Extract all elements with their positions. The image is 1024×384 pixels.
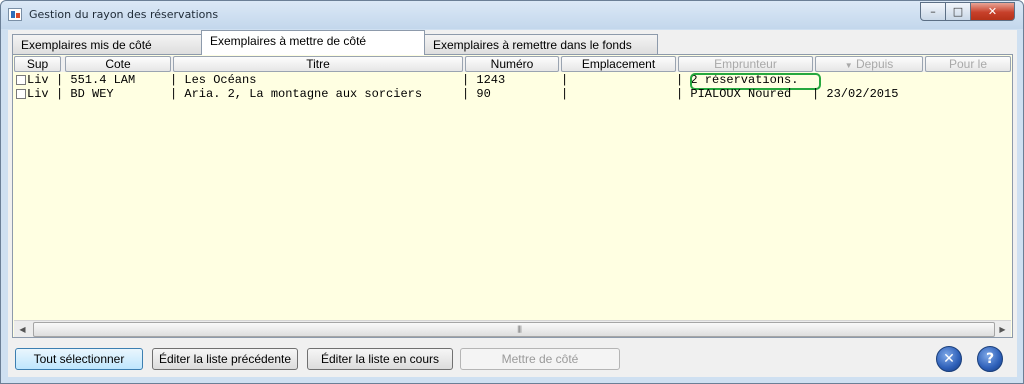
cell-cote: | 551.4 LAM xyxy=(56,73,136,87)
scroll-left-icon[interactable]: ◀ xyxy=(14,322,31,337)
horizontal-scrollbar[interactable]: ◀ ||| ▶ xyxy=(14,320,1011,337)
client-area: Exemplaires mis de côté Exemplaires à me… xyxy=(8,30,1017,377)
help-icon[interactable]: ? xyxy=(977,346,1003,372)
tab-exemplaires-a-mettre-de-cote[interactable]: Exemplaires à mettre de côté xyxy=(201,30,425,55)
cell-type: Liv xyxy=(27,87,49,101)
cell-depuis: | 23/02/2015 xyxy=(812,87,899,101)
column-header-titre[interactable]: Titre xyxy=(173,56,463,72)
cell-emplacement: | xyxy=(561,87,569,101)
table-row[interactable]: Liv | 551.4 LAM | Les Océans | 1243 | | … xyxy=(16,73,821,90)
cell-emplacement: | xyxy=(561,73,569,87)
column-header-depuis-label: Depuis xyxy=(855,57,894,71)
cell-numero: | 1243 xyxy=(462,73,506,87)
tab-strip: Exemplaires mis de côté Exemplaires à me… xyxy=(8,30,1017,55)
window-title: Gestion du rayon des réservations xyxy=(29,8,219,21)
reservations-grid: Sup Cote Titre Numéro Emplacement Emprun… xyxy=(12,54,1013,338)
column-header-sup[interactable]: Sup xyxy=(14,56,61,72)
cell-titre: | Aria. 2, La montagne aux sorciers xyxy=(170,87,423,101)
close-icon[interactable]: ✕ xyxy=(936,346,962,372)
cell-emprunteur: | PIALOUX Noured xyxy=(676,87,792,101)
edit-previous-list-button[interactable]: Éditer la liste précédente xyxy=(152,348,298,370)
row-checkbox[interactable] xyxy=(16,75,26,85)
set-aside-button: Mettre de côté xyxy=(460,348,620,370)
minimize-button[interactable]: – xyxy=(920,2,946,21)
app-icon xyxy=(8,8,22,21)
column-header-emplacement[interactable]: Emplacement xyxy=(561,56,676,72)
scroll-right-icon[interactable]: ▶ xyxy=(994,322,1011,337)
column-header-depuis[interactable]: ▼ Depuis xyxy=(815,56,923,72)
grip-icon: ||| xyxy=(517,325,522,333)
maximize-button[interactable]: □ xyxy=(946,2,971,21)
sort-down-icon: ▼ xyxy=(844,61,853,70)
grid-rows: Liv | 551.4 LAM | Les Océans | 1243 | | … xyxy=(16,73,1006,313)
window-controls: – □ ✕ xyxy=(920,2,1015,21)
cell-titre: | Les Océans xyxy=(170,73,257,87)
reservations-window: Gestion du rayon des réservations – □ ✕ … xyxy=(0,0,1024,384)
scrollbar-thumb[interactable]: ||| xyxy=(33,322,995,337)
tab-exemplaires-mis-de-cote[interactable]: Exemplaires mis de côté xyxy=(12,34,202,54)
column-header-pour-le[interactable]: Pour le xyxy=(925,56,1011,72)
cell-type: Liv xyxy=(27,73,49,87)
edit-current-list-button[interactable]: Éditer la liste en cours xyxy=(307,348,453,370)
column-header-emprunteur[interactable]: Emprunteur xyxy=(678,56,813,72)
tab-exemplaires-a-remettre[interactable]: Exemplaires à remettre dans le fonds xyxy=(424,34,658,54)
column-header-cote[interactable]: Cote xyxy=(65,56,171,72)
cell-cote: | BD WEY xyxy=(56,87,114,101)
cell-numero: | 90 xyxy=(462,87,491,101)
column-header-numero[interactable]: Numéro xyxy=(465,56,559,72)
title-bar[interactable]: Gestion du rayon des réservations – □ ✕ xyxy=(1,1,1023,29)
close-window-button[interactable]: ✕ xyxy=(971,2,1015,21)
grid-header: Sup Cote Titre Numéro Emplacement Emprun… xyxy=(14,56,1011,72)
select-all-button[interactable]: Tout sélectionner xyxy=(15,348,143,370)
row-checkbox[interactable] xyxy=(16,89,26,99)
table-row[interactable]: Liv | BD WEY | Aria. 2, La montagne aux … xyxy=(16,87,898,101)
